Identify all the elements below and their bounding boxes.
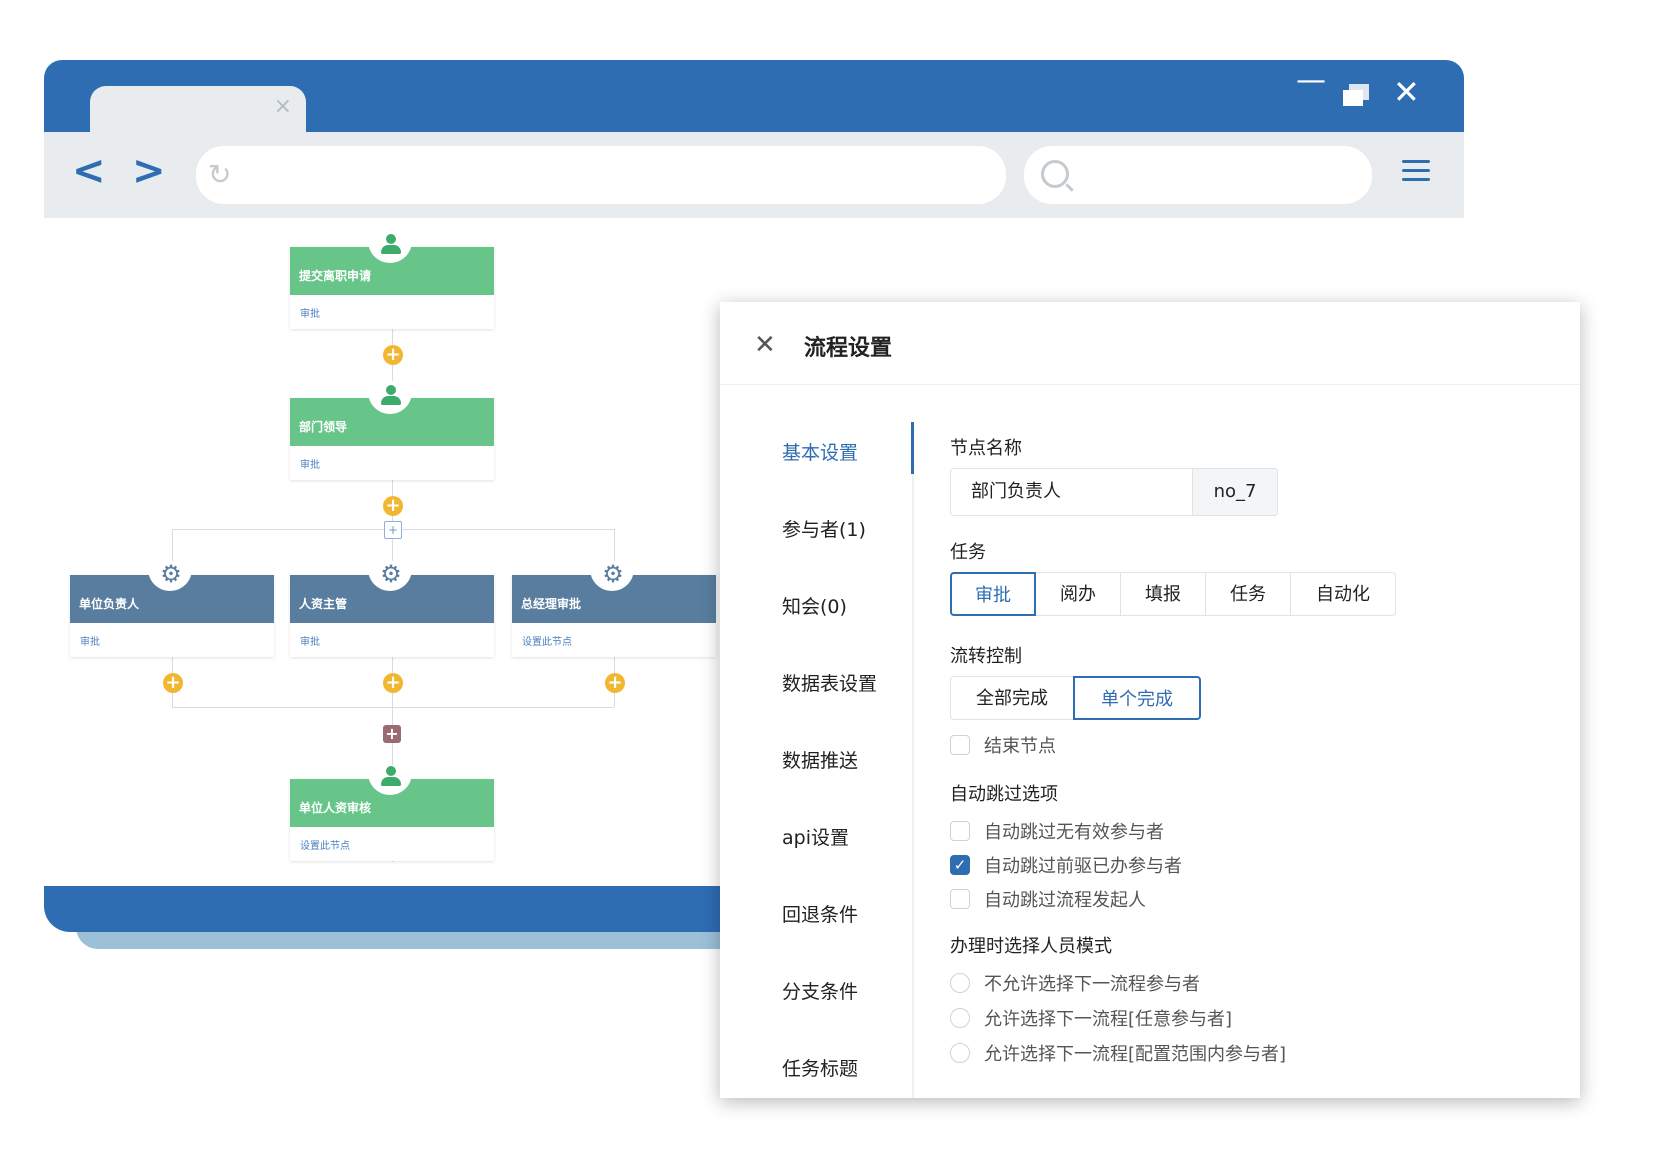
auto-skip-checkbox[interactable] — [950, 821, 970, 841]
task-type-selector[interactable]: 审批 阅办 填报 任务 自动化 — [950, 572, 1396, 616]
select-mode-option[interactable]: 不允许选择下一流程参与者 — [950, 970, 1200, 996]
task-option-task[interactable]: 任务 — [1205, 572, 1291, 616]
person-icon — [381, 234, 401, 260]
auto-skip-checkbox[interactable] — [950, 889, 970, 909]
end-node-option[interactable]: 结束节点 — [950, 732, 1056, 758]
flow-node[interactable]: ⚙ 单位负责人 审批 — [70, 561, 274, 657]
nav-table-settings[interactable]: 数据表设置 — [782, 669, 877, 696]
node-name-label: 节点名称 — [950, 438, 1022, 459]
flow-node[interactable]: ⚙ 人资主管 审批 — [290, 561, 494, 657]
nav-task-title[interactable]: 任务标题 — [782, 1054, 858, 1081]
reload-icon[interactable]: ↻ — [208, 158, 231, 191]
person-icon — [381, 766, 401, 792]
select-mode-option[interactable]: 允许选择下一流程[任意参与者] — [950, 1005, 1232, 1031]
select-mode-radio[interactable] — [950, 1043, 970, 1063]
nav-participants[interactable]: 参与者(1) — [782, 515, 866, 542]
select-mode-text: 允许选择下一流程[配置范围内参与者] — [984, 1044, 1287, 1065]
merge-icon[interactable]: + — [383, 725, 401, 743]
task-option-approve[interactable]: 审批 — [950, 572, 1036, 616]
add-branch-icon[interactable]: + — [384, 521, 402, 539]
check-icon[interactable]: ✓ — [950, 855, 970, 875]
search-icon — [1041, 160, 1069, 188]
end-node-checkbox[interactable] — [950, 735, 970, 755]
nav-notify[interactable]: 知会(0) — [782, 592, 847, 619]
search-box[interactable] — [1024, 146, 1372, 204]
gear-icon: ⚙ — [160, 560, 182, 588]
task-option-automation[interactable]: 自动化 — [1290, 572, 1396, 616]
flow-node[interactable]: 单位人资审核 设置此节点 — [290, 765, 494, 861]
forward-arrow-icon[interactable]: > — [132, 148, 166, 194]
add-node-icon[interactable]: + — [383, 496, 403, 516]
add-node-icon[interactable]: + — [605, 673, 625, 693]
address-bar[interactable] — [196, 146, 1006, 204]
auto-skip-option[interactable]: 自动跳过无有效参与者 — [950, 818, 1164, 844]
add-node-icon[interactable]: + — [383, 673, 403, 693]
window-close-icon[interactable]: ✕ — [1393, 76, 1420, 108]
auto-skip-option[interactable]: 自动跳过流程发起人 — [950, 886, 1146, 912]
close-icon[interactable]: ✕ — [754, 330, 776, 360]
panel-title: 流程设置 — [804, 336, 893, 361]
node-name-value[interactable]: 部门负责人 — [951, 469, 1192, 515]
nav-basic-settings[interactable]: 基本设置 — [782, 438, 858, 465]
back-arrow-icon[interactable]: < — [72, 148, 106, 194]
task-option-fill[interactable]: 填报 — [1120, 572, 1206, 616]
select-mode-option[interactable]: 允许选择下一流程[配置范围内参与者] — [950, 1040, 1286, 1066]
node-subtitle[interactable]: 审批 — [290, 623, 494, 657]
add-node-icon[interactable]: + — [383, 345, 403, 365]
flow-control-single[interactable]: 单个完成 — [1073, 676, 1201, 720]
node-subtitle[interactable]: 审批 — [290, 446, 494, 480]
end-node-text: 结束节点 — [984, 736, 1056, 757]
node-subtitle[interactable]: 设置此节点 — [290, 827, 494, 861]
person-icon — [381, 385, 401, 411]
flow-node[interactable]: ⚙ 总经理审批 设置此节点 — [512, 561, 716, 657]
auto-skip-text: 自动跳过流程发起人 — [984, 890, 1146, 911]
auto-skip-text: 自动跳过无有效参与者 — [984, 822, 1164, 843]
flow-control-selector[interactable]: 全部完成 单个完成 — [950, 676, 1201, 720]
select-mode-radio[interactable] — [950, 1008, 970, 1028]
auto-skip-label: 自动跳过选项 — [950, 784, 1058, 805]
node-subtitle[interactable]: 审批 — [70, 623, 274, 657]
tab-close-icon[interactable]: × — [274, 94, 292, 119]
flow-node[interactable]: 提交离职申请 审批 — [290, 233, 494, 329]
node-name-field[interactable]: 部门负责人 no_7 — [950, 468, 1278, 516]
select-mode-text: 不允许选择下一流程参与者 — [984, 974, 1200, 995]
auto-skip-option[interactable]: ✓ 自动跳过前驱已办参与者 — [950, 852, 1182, 878]
add-node-icon[interactable]: + — [163, 673, 183, 693]
task-label: 任务 — [950, 542, 986, 563]
divider — [720, 384, 1580, 385]
nav-data-push[interactable]: 数据推送 — [782, 746, 858, 773]
browser-tab[interactable]: × — [90, 86, 306, 134]
flow-control-label: 流转控制 — [950, 646, 1022, 667]
select-mode-label: 办理时选择人员模式 — [950, 936, 1112, 957]
nav-branch-conditions[interactable]: 分支条件 — [782, 977, 858, 1004]
maximize-icon[interactable] — [1343, 84, 1369, 106]
node-id: no_7 — [1192, 469, 1277, 515]
minimize-icon[interactable]: — — [1296, 66, 1326, 96]
flow-node[interactable]: 部门领导 审批 — [290, 384, 494, 480]
menu-icon[interactable] — [1402, 160, 1430, 187]
auto-skip-text: 自动跳过前驱已办参与者 — [984, 856, 1182, 877]
node-subtitle[interactable]: 审批 — [290, 295, 494, 329]
flow-control-all[interactable]: 全部完成 — [950, 676, 1074, 720]
task-option-read[interactable]: 阅办 — [1035, 572, 1121, 616]
gear-icon: ⚙ — [380, 560, 402, 588]
select-mode-text: 允许选择下一流程[任意参与者] — [984, 1009, 1233, 1030]
active-indicator — [911, 422, 914, 474]
connector — [172, 707, 614, 708]
node-subtitle[interactable]: 设置此节点 — [512, 623, 716, 657]
nav-rollback-conditions[interactable]: 回退条件 — [782, 900, 858, 927]
nav-api-settings[interactable]: api设置 — [782, 823, 849, 850]
side-nav-divider — [912, 422, 914, 1098]
flow-settings-panel: ✕ 流程设置 基本设置 参与者(1) 知会(0) 数据表设置 数据推送 api设… — [720, 302, 1580, 1098]
select-mode-radio[interactable] — [950, 973, 970, 993]
gear-icon: ⚙ — [602, 560, 624, 588]
